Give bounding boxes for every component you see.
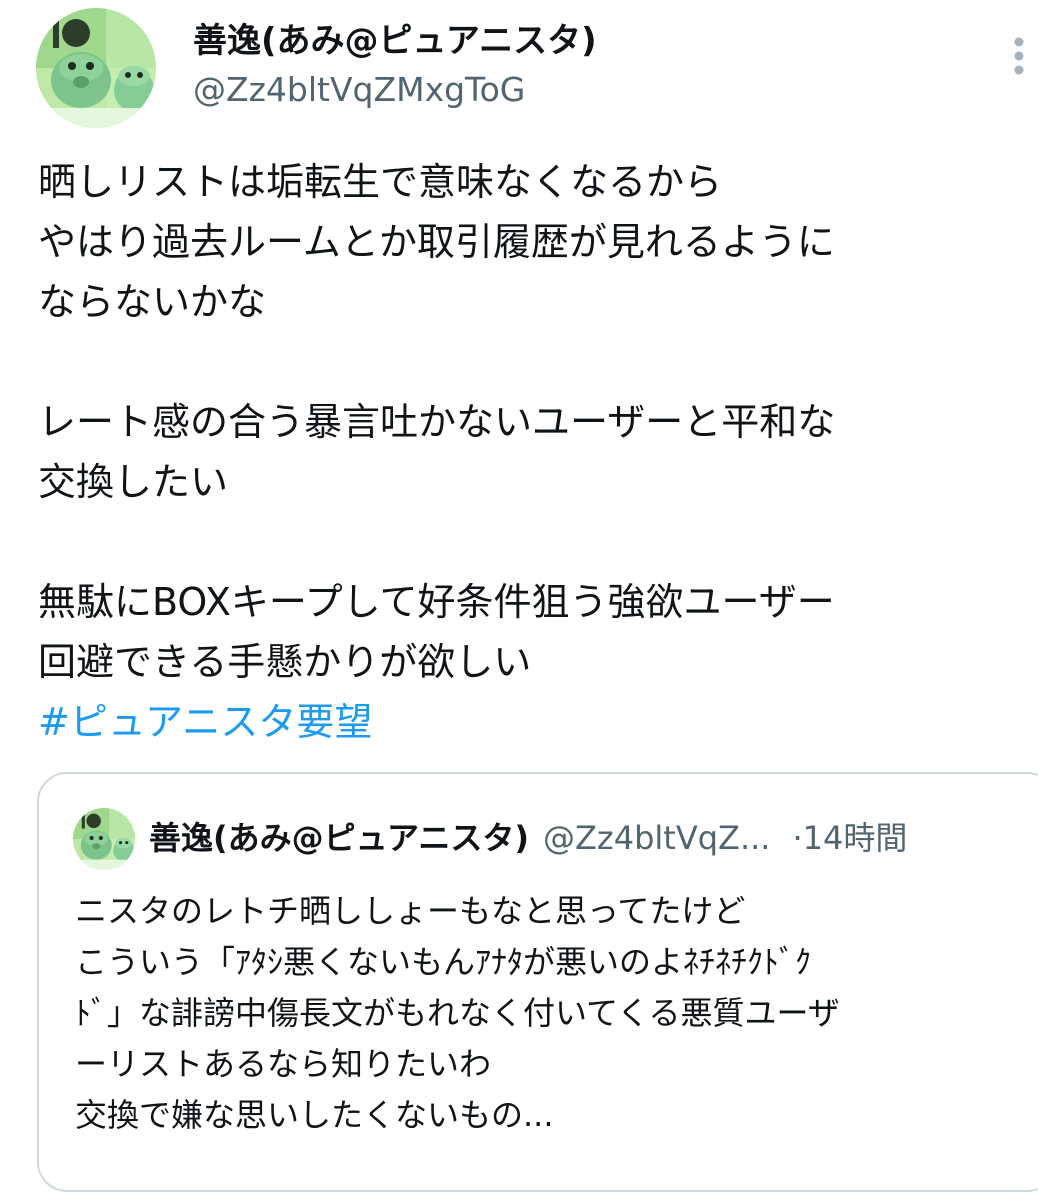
- tweet-line: 回避できる手懸かりが欲しい: [38, 640, 532, 684]
- quoted-avatar: [73, 808, 135, 870]
- tweet-line: やはり過去ルームとか取引履歴が見れるように: [38, 220, 835, 264]
- quoted-author-name: 善逸(あみ@ピュアニスタ): [149, 819, 529, 857]
- quoted-line: ﾄﾞ」な誹謗中傷長文がもれなく付いてくる悪質ユーザ: [75, 994, 840, 1032]
- quoted-tweet-card[interactable]: 善逸(あみ@ピュアニスタ) @Zz4bltVqZ... ·14時間 ニスタのレトチ晒…: [37, 772, 1038, 1192]
- quoted-line: 交換で嫌な思いしたくないもの...: [75, 1096, 554, 1134]
- avatar[interactable]: [36, 8, 156, 128]
- hashtag-link[interactable]: #ピュアニスタ要望: [38, 692, 1013, 752]
- more-vertical-icon[interactable]: [1005, 36, 1033, 80]
- avatar-illustration-icon: [36, 8, 156, 128]
- tweet-line: 交換したい: [38, 460, 229, 504]
- quoted-line: ニスタのレトチ晒ししょーもなと思ってたけど: [75, 892, 746, 930]
- tweet-line: 無駄にBOXキープして好条件狙う強欲ユーザー: [38, 580, 835, 624]
- author-name[interactable]: 善逸(あみ@ピュアニスタ): [193, 19, 597, 63]
- quoted-tweet-text: ニスタのレトチ晒ししょーもなと思ってたけど こういう「ｱﾀｼ悪くないもんｱﾅﾀが…: [75, 886, 1035, 1141]
- author-handle[interactable]: @Zz4bltVqZMxgToG: [193, 68, 525, 112]
- tweet-line: ならないかな: [38, 280, 267, 324]
- quoted-line: ーリストあるなら知りたいわ: [75, 1045, 492, 1083]
- tweet-line: レート感の合う暴言吐かないユーザーと平和な: [38, 400, 836, 444]
- quoted-timestamp[interactable]: 14時間: [803, 819, 908, 857]
- quoted-author-handle: @Zz4bltVqZ...: [542, 819, 771, 857]
- avatar-illustration-icon: [73, 808, 135, 870]
- tweet-line: 晒しリストは垢転生で意味なくなるから: [38, 160, 723, 204]
- separator-dot: ·: [792, 819, 803, 857]
- tweet-text: 晒しリストは垢転生で意味なくなるから やはり過去ルームとか取引履歴が見れるように…: [38, 152, 1013, 752]
- quoted-line: こういう「ｱﾀｼ悪くないもんｱﾅﾀが悪いのよﾈﾁﾈﾁｸﾄﾞｸ: [75, 943, 812, 981]
- quoted-header: 善逸(あみ@ピュアニスタ) @Zz4bltVqZ... ·14時間: [149, 816, 907, 860]
